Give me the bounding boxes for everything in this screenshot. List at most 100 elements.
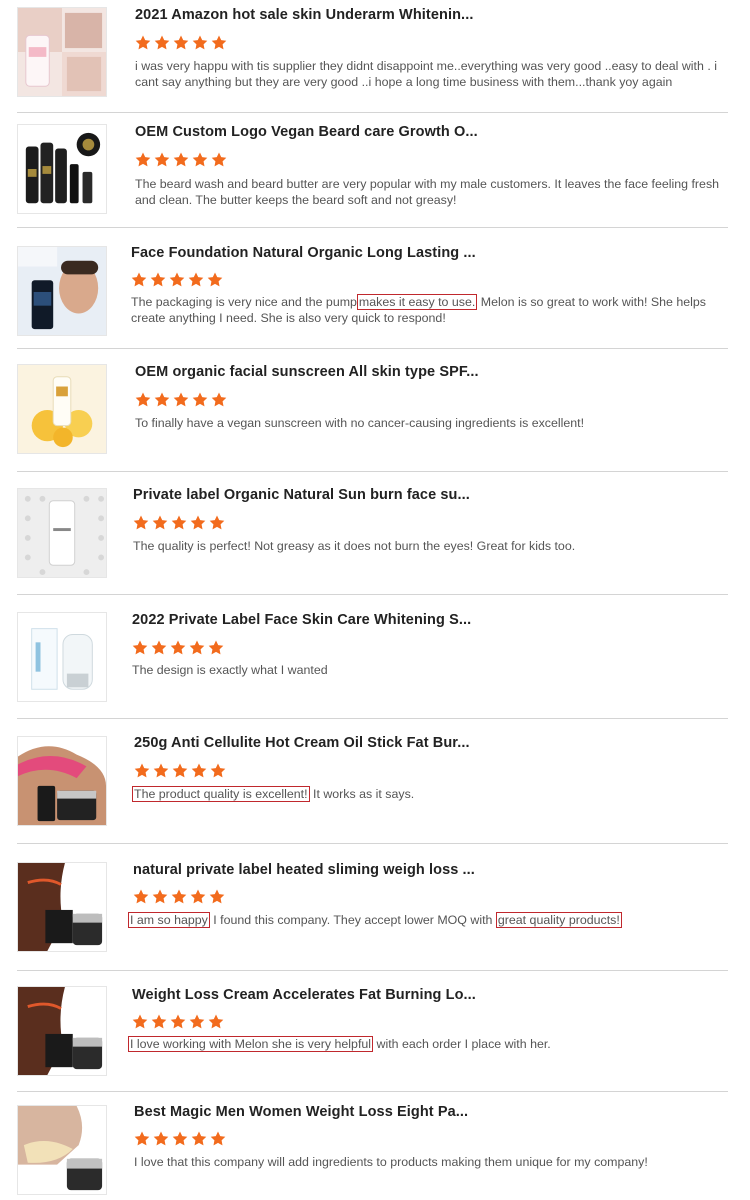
star-icon bbox=[151, 640, 167, 655]
product-image[interactable] bbox=[17, 862, 107, 952]
star-icon bbox=[191, 1131, 207, 1146]
star-rating bbox=[135, 35, 227, 50]
star-icon bbox=[207, 272, 223, 287]
star-icon bbox=[134, 763, 150, 778]
product-image[interactable] bbox=[17, 986, 107, 1076]
product-image[interactable] bbox=[17, 7, 107, 97]
star-rating bbox=[131, 272, 223, 287]
star-icon bbox=[211, 35, 227, 50]
star-icon bbox=[188, 272, 204, 287]
star-icon bbox=[135, 152, 151, 167]
star-rating bbox=[135, 392, 227, 407]
star-icon bbox=[172, 1131, 188, 1146]
star-rating bbox=[132, 1014, 224, 1029]
star-icon bbox=[208, 640, 224, 655]
review-comment: I love working with Melon she is very he… bbox=[128, 1036, 551, 1052]
star-icon bbox=[154, 152, 170, 167]
product-image[interactable] bbox=[17, 612, 107, 702]
star-icon bbox=[153, 763, 169, 778]
star-icon bbox=[133, 889, 149, 904]
divider bbox=[17, 348, 728, 349]
star-icon bbox=[208, 1014, 224, 1029]
divider bbox=[17, 112, 728, 113]
highlighted-text: makes it easy to use. bbox=[356, 294, 478, 310]
star-rating bbox=[133, 889, 225, 904]
review-comment: I love that this company will add ingred… bbox=[134, 1155, 648, 1169]
star-icon bbox=[209, 889, 225, 904]
product-title[interactable]: Best Magic Men Women Weight Loss Eight P… bbox=[134, 1104, 468, 1120]
divider bbox=[17, 718, 728, 719]
product-image[interactable] bbox=[17, 124, 107, 214]
star-rating bbox=[134, 763, 226, 778]
highlighted-text: I am so happy bbox=[128, 912, 210, 928]
product-title[interactable]: Face Foundation Natural Organic Long Las… bbox=[131, 245, 476, 261]
star-icon bbox=[131, 272, 147, 287]
divider bbox=[17, 843, 728, 844]
product-title[interactable]: OEM organic facial sunscreen All skin ty… bbox=[135, 364, 479, 380]
product-title[interactable]: 2022 Private Label Face Skin Care Whiten… bbox=[132, 612, 471, 628]
star-icon bbox=[171, 889, 187, 904]
star-icon bbox=[132, 1014, 148, 1029]
star-icon bbox=[150, 272, 166, 287]
highlighted-text: The product quality is excellent! bbox=[132, 786, 310, 802]
star-rating bbox=[132, 640, 224, 655]
product-image[interactable] bbox=[17, 488, 107, 578]
divider bbox=[17, 471, 728, 472]
divider bbox=[17, 227, 728, 228]
product-title[interactable]: natural private label heated sliming wei… bbox=[133, 862, 475, 878]
review-comment: The quality is perfect! Not greasy as it… bbox=[133, 539, 576, 553]
star-icon bbox=[133, 515, 149, 530]
star-icon bbox=[170, 640, 186, 655]
star-icon bbox=[154, 35, 170, 50]
highlighted-text: I love working with Melon she is very he… bbox=[128, 1036, 374, 1052]
star-icon bbox=[173, 35, 189, 50]
star-icon bbox=[173, 152, 189, 167]
star-icon bbox=[189, 1014, 205, 1029]
product-image[interactable] bbox=[17, 1105, 107, 1195]
star-icon bbox=[134, 1131, 150, 1146]
star-icon bbox=[152, 889, 168, 904]
star-icon bbox=[211, 152, 227, 167]
review-comment: I am so happy I found this company. They… bbox=[128, 912, 622, 928]
product-title[interactable]: Weight Loss Cream Accelerates Fat Burnin… bbox=[132, 987, 476, 1003]
star-icon bbox=[189, 640, 205, 655]
review-comment: To finally have a vegan sunscreen with n… bbox=[135, 416, 585, 430]
product-image[interactable] bbox=[17, 364, 107, 454]
star-icon bbox=[192, 35, 208, 50]
product-title[interactable]: 2021 Amazon hot sale skin Underarm White… bbox=[135, 7, 473, 23]
star-icon bbox=[135, 35, 151, 50]
star-rating bbox=[135, 152, 227, 167]
star-icon bbox=[191, 763, 207, 778]
star-icon bbox=[169, 272, 185, 287]
star-icon bbox=[172, 763, 188, 778]
star-icon bbox=[190, 515, 206, 530]
star-icon bbox=[190, 889, 206, 904]
star-rating bbox=[134, 1131, 226, 1146]
star-icon bbox=[192, 152, 208, 167]
star-icon bbox=[209, 515, 225, 530]
star-icon bbox=[153, 1131, 169, 1146]
star-icon bbox=[132, 640, 148, 655]
star-icon bbox=[210, 763, 226, 778]
star-icon bbox=[171, 515, 187, 530]
product-image[interactable] bbox=[17, 736, 107, 826]
product-title[interactable]: OEM Custom Logo Vegan Beard care Growth … bbox=[135, 124, 478, 140]
product-title[interactable]: Private label Organic Natural Sun burn f… bbox=[133, 487, 470, 503]
review-comment: The design is exactly what I wanted bbox=[132, 663, 328, 677]
star-icon bbox=[135, 392, 151, 407]
star-icon bbox=[210, 1131, 226, 1146]
product-title[interactable]: 250g Anti Cellulite Hot Cream Oil Stick … bbox=[134, 735, 470, 751]
divider bbox=[17, 1091, 728, 1092]
review-comment: The packaging is very nice and the pump m… bbox=[131, 294, 706, 325]
product-image[interactable] bbox=[17, 246, 107, 336]
divider bbox=[17, 970, 728, 971]
divider bbox=[17, 594, 728, 595]
review-comment: The beard wash and beard butter are very… bbox=[135, 177, 720, 207]
star-icon bbox=[192, 392, 208, 407]
star-icon bbox=[173, 392, 189, 407]
star-icon bbox=[151, 1014, 167, 1029]
star-icon bbox=[154, 392, 170, 407]
star-icon bbox=[211, 392, 227, 407]
review-comment: i was very happu with tis supplier they … bbox=[135, 59, 717, 89]
star-icon bbox=[152, 515, 168, 530]
